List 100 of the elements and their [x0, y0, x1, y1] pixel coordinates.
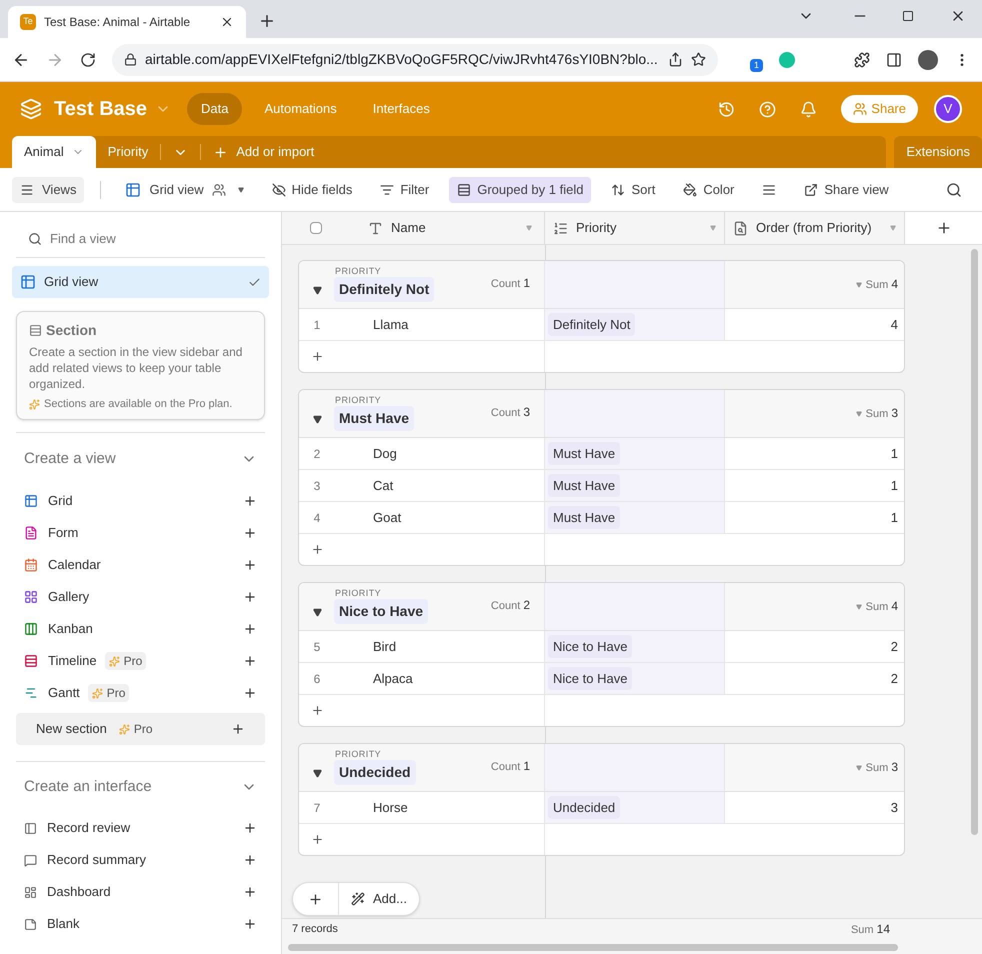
records-count: 7 records	[292, 922, 338, 938]
plus-icon	[243, 654, 257, 668]
help-icon[interactable]	[759, 100, 776, 118]
order-cell-text: 4	[890, 316, 898, 334]
add-row-icon[interactable]	[311, 350, 324, 363]
group-field-label: PRIORITY	[335, 587, 382, 600]
add-row-icon[interactable]	[311, 833, 324, 846]
create-view-item[interactable]: Form	[12, 517, 269, 549]
grid-icon	[125, 182, 142, 198]
toolbar-button[interactable]: Hide fields	[264, 176, 360, 202]
create-view-item[interactable]: Gallery	[12, 581, 269, 613]
user-avatar[interactable]: V	[934, 95, 962, 123]
add-row-icon[interactable]	[311, 704, 324, 717]
group-sum: Sum 4	[866, 598, 898, 616]
group-sum: Sum 3	[866, 759, 898, 776]
create-interface-item[interactable]: Blank	[12, 908, 269, 940]
plus-icon	[243, 622, 257, 636]
create-view-item[interactable]: Calendar	[12, 549, 269, 581]
plus-icon	[243, 526, 257, 540]
bookmark-icon[interactable]	[691, 52, 706, 67]
pro-badge: Pro	[104, 652, 146, 670]
toolbar-button[interactable]: Sort	[603, 176, 664, 202]
name-cell-text: Alpaca	[373, 670, 413, 688]
row-number: 2	[312, 446, 322, 462]
dashboard-icon	[24, 886, 37, 898]
extensions-icon[interactable]	[854, 52, 870, 68]
extension-badge[interactable]: 1	[750, 58, 764, 72]
vertical-scrollbar[interactable]	[971, 249, 978, 835]
column-header[interactable]: Priority	[545, 212, 725, 244]
footer-sum: Sum 14	[850, 921, 890, 938]
row-height-icon	[762, 182, 776, 196]
nav-tab[interactable]: Data	[187, 93, 242, 125]
tooltip-title: Section	[46, 320, 97, 340]
name-cell-text: Llama	[373, 316, 408, 334]
create-interface-item[interactable]: Record summary	[12, 844, 269, 876]
create-view-item[interactable]: Grid	[12, 485, 269, 517]
plus-icon	[243, 558, 257, 572]
row-number: 4	[312, 510, 322, 526]
section-heading[interactable]: Create a view	[24, 448, 116, 470]
add-row-icon[interactable]	[311, 543, 324, 556]
priority-chip: Undecided	[548, 796, 620, 820]
search-icon[interactable]	[946, 182, 962, 198]
history-icon[interactable]	[718, 100, 736, 118]
create-interface-item[interactable]: Record review	[12, 812, 269, 844]
group-field-label: PRIORITY	[335, 394, 382, 407]
name-cell-text: Bird	[373, 638, 396, 656]
lock-icon	[124, 53, 137, 66]
notifications-icon[interactable]	[800, 100, 818, 118]
paint-bucket-icon	[683, 182, 698, 196]
add-field-icon[interactable]	[936, 220, 952, 236]
favicon: Te	[20, 14, 36, 30]
plus-icon	[243, 853, 257, 867]
sparkles-icon	[29, 398, 40, 410]
toolbar-button[interactable]: Grouped by 1 field	[449, 176, 592, 202]
sparkles-icon	[108, 656, 120, 666]
maximize-icon[interactable]	[902, 10, 914, 22]
sort-icon	[611, 182, 626, 196]
view-item[interactable]: Grid view	[12, 266, 269, 298]
group-sum: Sum 3	[866, 405, 898, 422]
lookup-field-icon	[733, 220, 748, 236]
group-count: Count 3	[490, 404, 530, 420]
share-icon[interactable]	[668, 52, 683, 67]
create-view-item[interactable]: Kanban	[12, 613, 269, 645]
table-tab[interactable]: Animal	[12, 136, 96, 168]
section-heading[interactable]: Create an interface	[24, 776, 152, 798]
horizontal-scrollbar[interactable]	[288, 944, 898, 950]
caret-icon[interactable]	[313, 286, 322, 295]
reload-icon[interactable]	[80, 52, 96, 68]
row-number: 5	[312, 638, 322, 656]
group-value: Nice to Have	[334, 599, 428, 624]
new-tab-icon[interactable]	[258, 12, 276, 30]
find-view-field[interactable]: Find a view	[50, 228, 253, 248]
group-field-label: PRIORITY	[335, 265, 382, 278]
view-switcher[interactable]: Grid view	[117, 176, 252, 202]
order-cell-text: 3	[890, 798, 898, 817]
profile-avatar[interactable]	[918, 50, 938, 70]
caret-icon[interactable]	[238, 186, 244, 192]
select-all-checkbox[interactable]	[310, 222, 322, 234]
close-icon[interactable]	[220, 15, 234, 29]
create-view-item[interactable]: Gantt Pro	[12, 677, 269, 709]
create-view-item[interactable]: New section Pro	[16, 713, 265, 745]
order-cell-text: 2	[890, 638, 898, 656]
caret-icon[interactable]	[313, 769, 322, 778]
priority-chip: Must Have	[548, 474, 620, 498]
caret-icon[interactable]	[313, 415, 322, 424]
logo-icon	[20, 98, 42, 120]
browser-tab[interactable]: Te Test Base: Animal - Airtable	[8, 6, 246, 38]
create-view-item[interactable]: Timeline Pro	[12, 645, 269, 677]
side-panel-icon[interactable]	[886, 52, 902, 68]
toolbar-button[interactable]: Share view	[796, 176, 897, 202]
views-button[interactable]: Views	[12, 176, 84, 202]
tooltip-body: Create a section in the view sidebar and add related views to keep your table organized.	[29, 344, 244, 392]
hide-icon	[272, 182, 286, 196]
toolbar-button[interactable]: Color	[675, 176, 742, 202]
text-field-icon	[368, 220, 383, 236]
address-bar[interactable]: airtable.com/appEVIXelFtefgni2/tblgZKBVoQoGF5RQC/viwJRvht476sYI0BN?blo...	[112, 44, 718, 76]
toolbar-button[interactable]: Filter	[372, 176, 438, 202]
column-header[interactable]: Name	[368, 218, 544, 238]
create-interface-item[interactable]: Dashboard	[12, 876, 269, 908]
caret-icon[interactable]	[313, 608, 322, 617]
